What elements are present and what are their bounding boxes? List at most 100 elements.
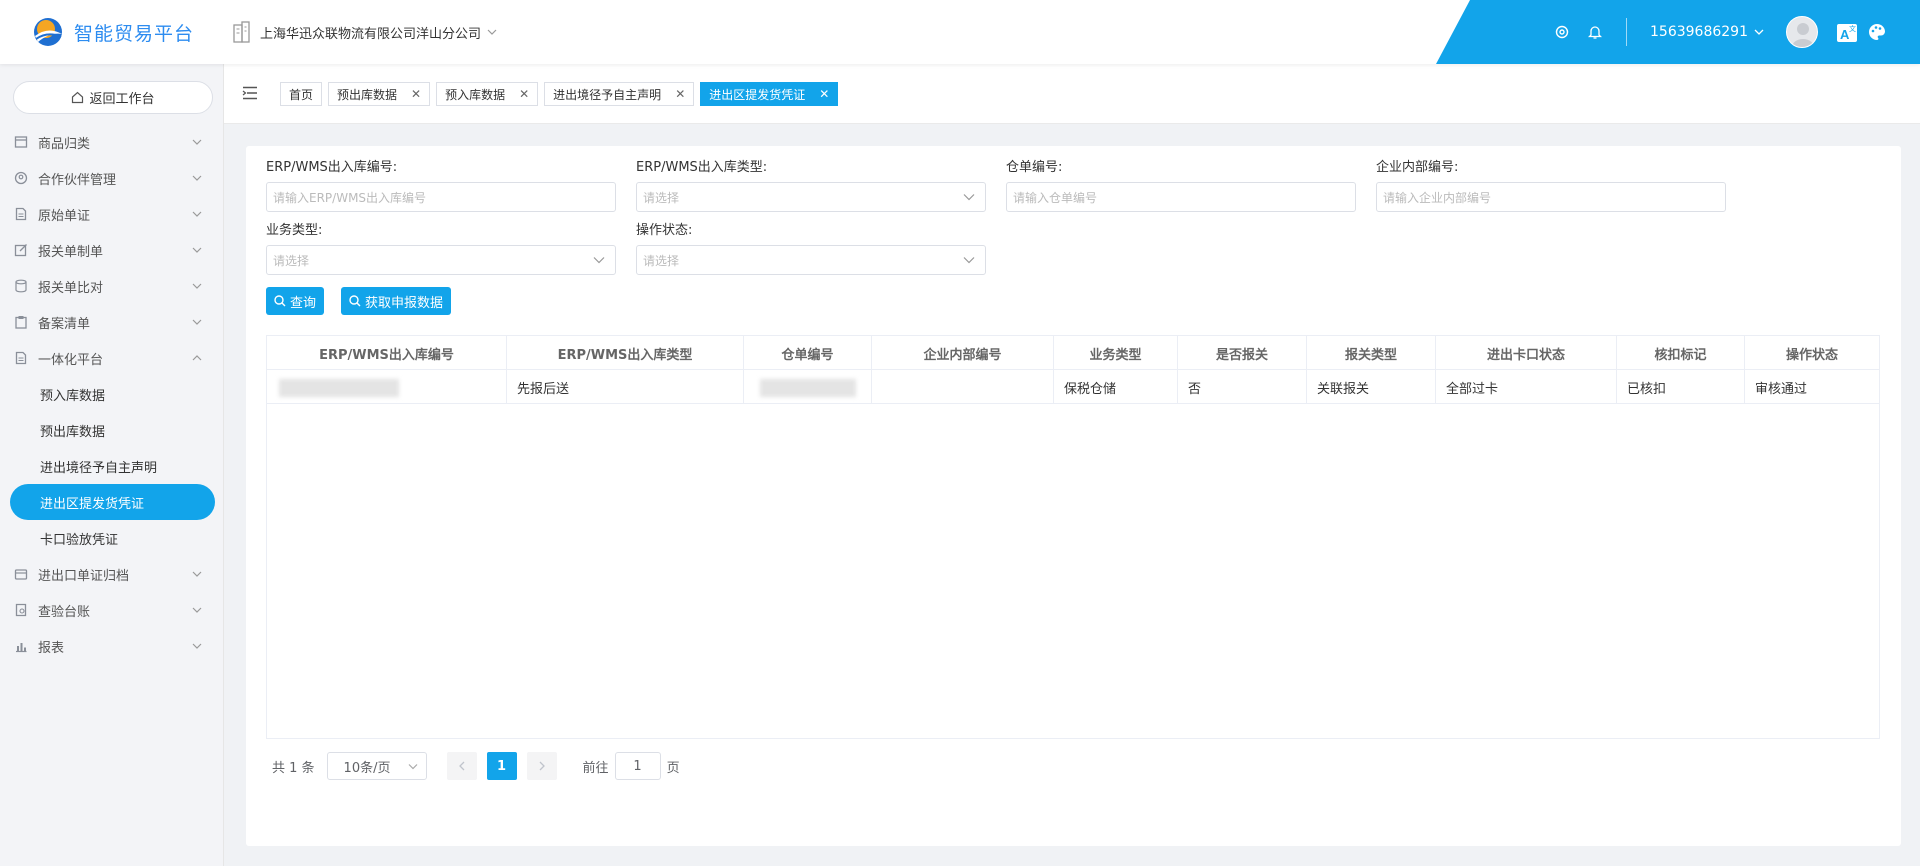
- table-cell: 关联报关: [1307, 370, 1436, 404]
- edit-icon: [14, 244, 27, 257]
- clipboard-icon: [15, 316, 27, 329]
- goto-page-input[interactable]: 1: [614, 752, 661, 780]
- sidebar-item-filing-list[interactable]: 备案清单: [0, 304, 224, 340]
- chevron-down-icon: [192, 571, 202, 577]
- page-suffix: 页: [666, 760, 680, 776]
- sidebar-item-label: 商品归类: [38, 136, 91, 152]
- sidebar-item-declaration-compare[interactable]: 报关单比对: [0, 268, 224, 304]
- sidebar-subitem-delivery-voucher[interactable]: 进出区提发货凭证: [10, 484, 215, 520]
- sidebar-item-label: 进出口单证归档: [38, 568, 130, 584]
- field-label: 企业内部编号:: [1376, 160, 1459, 175]
- table-header: ERP/WMS出入库编号 ERP/WMS出入库类型 仓单编号 企业内部编号 业务…: [267, 336, 1879, 370]
- translate-icon: A 文: [1837, 24, 1857, 42]
- next-page-button[interactable]: [526, 752, 557, 780]
- chevron-down-icon: [192, 211, 202, 217]
- sidebar-menu: 商品归类 合作伙伴管理 原始单证 报关单制单 报关单比对 备案清单 一体化平台 …: [0, 124, 224, 664]
- archive-icon: [14, 569, 28, 580]
- table-cell: 保税仓储: [1054, 370, 1178, 404]
- theme-button[interactable]: [1868, 0, 1886, 64]
- data-table: ERP/WMS出入库编号 ERP/WMS出入库类型 仓单编号 企业内部编号 业务…: [266, 335, 1880, 739]
- query-button[interactable]: 查询: [266, 287, 325, 315]
- avatar-button[interactable]: [1786, 0, 1818, 64]
- sidebar-item-integrated-platform[interactable]: 一体化平台: [0, 340, 224, 376]
- field-label: ERP/WMS出入库编号:: [266, 160, 398, 175]
- document-icon: [15, 207, 27, 221]
- chevron-down-icon: [192, 175, 202, 181]
- tab-home[interactable]: 首页: [280, 82, 323, 106]
- table-cell: [872, 370, 1054, 404]
- column-header: ERP/WMS出入库编号: [267, 336, 507, 370]
- redacted-value: [760, 379, 856, 397]
- close-icon[interactable]: ✕: [675, 87, 685, 101]
- ledger-icon: [15, 603, 27, 617]
- warehouse-no-input[interactable]: 请输入仓单编号: [1006, 182, 1356, 212]
- back-to-workbench-button[interactable]: 返回工作台: [13, 81, 213, 114]
- menu-toggle-icon[interactable]: [242, 86, 258, 100]
- sidebar: 返回工作台 商品归类 合作伙伴管理 原始单证 报关单制单 报关单比对 备案清单 …: [0, 64, 224, 866]
- chevron-down-icon: [487, 29, 497, 35]
- tab-delivery-voucher[interactable]: 进出区提发货凭证 ✕: [700, 82, 839, 106]
- sidebar-item-label: 报关单制单: [38, 244, 104, 260]
- home-icon: [72, 91, 84, 104]
- sidebar-item-original-documents[interactable]: 原始单证: [0, 196, 224, 232]
- chevron-down-icon: [192, 247, 202, 253]
- goto-label: 前往: [582, 760, 609, 776]
- sidebar-item-label: 一体化平台: [38, 352, 104, 368]
- gear-icon: [1555, 25, 1569, 39]
- company-name: 上海华迅众联物流有限公司洋山分公司: [260, 26, 482, 42]
- prev-page-button[interactable]: [446, 752, 477, 780]
- sidebar-subitem-self-declaration[interactable]: 进出境径予自主声明: [0, 448, 224, 484]
- logo[interactable]: 智能贸易平台: [32, 14, 194, 50]
- op-status-select[interactable]: 请选择: [636, 245, 986, 275]
- page-tabs: 首页 预出库数据 ✕ 预入库数据 ✕ 进出境径予自主声明 ✕ 进出区提发货凭证 …: [280, 82, 844, 106]
- chevron-up-icon: [192, 355, 202, 361]
- database-icon: [15, 279, 27, 293]
- header-divider: [1626, 18, 1627, 46]
- sidebar-item-declaration-entry[interactable]: 报关单制单: [0, 232, 224, 268]
- tab-label: 首页: [289, 87, 314, 102]
- filter-internal-no: 企业内部编号: 请输入企业内部编号: [1376, 160, 1726, 212]
- user-phone: 15639686291: [1650, 24, 1748, 40]
- sidebar-item-partner-management[interactable]: 合作伙伴管理: [0, 160, 224, 196]
- page-size-select[interactable]: 10条/页: [326, 752, 427, 780]
- fetch-declaration-button[interactable]: 获取申报数据: [341, 287, 452, 315]
- filter-erp-type: ERP/WMS出入库类型: 请选择: [636, 160, 986, 212]
- page-size-value: 10条/页: [343, 760, 391, 776]
- close-icon[interactable]: ✕: [819, 87, 829, 101]
- table-row[interactable]: 先报后送 保税仓储 否 关联报关 全部过卡 已核扣 审核通过: [267, 370, 1879, 404]
- chevron-down-icon: [408, 764, 417, 770]
- back-label: 返回工作台: [89, 92, 155, 107]
- close-icon[interactable]: ✕: [519, 87, 529, 101]
- sidebar-subitem-gate-release[interactable]: 卡口验放凭证: [0, 520, 224, 556]
- erp-type-select[interactable]: 请选择: [636, 182, 986, 212]
- sidebar-subitem-pre-outbound[interactable]: 预出库数据: [0, 412, 224, 448]
- translate-button[interactable]: A 文: [1836, 0, 1858, 64]
- sidebar-item-label: 报关单比对: [38, 280, 104, 296]
- table-cell: 否: [1178, 370, 1307, 404]
- column-header: 操作状态: [1785, 347, 1838, 363]
- box-icon: [14, 136, 28, 148]
- sidebar-item-product-classification[interactable]: 商品归类: [0, 124, 224, 160]
- tab-self-declaration[interactable]: 进出境径予自主声明 ✕: [544, 82, 695, 106]
- top-header: 智能贸易平台 上海华迅众联物流有限公司洋山分公司 15639686291 A 文: [0, 0, 1920, 64]
- close-icon[interactable]: ✕: [411, 87, 421, 101]
- biz-type-select[interactable]: 请选择: [266, 245, 616, 275]
- sidebar-item-reports[interactable]: 报表: [0, 628, 224, 664]
- sidebar-item-inspection-ledger[interactable]: 查验台账: [0, 592, 224, 628]
- user-menu[interactable]: 15639686291: [1650, 0, 1764, 64]
- erp-no-input[interactable]: 请输入ERP/WMS出入库编号: [266, 182, 616, 212]
- tab-pre-inbound[interactable]: 预入库数据 ✕: [436, 82, 539, 106]
- chevron-down-icon: [963, 257, 975, 264]
- sidebar-item-document-archive[interactable]: 进出口单证归档: [0, 556, 224, 592]
- sidebar-subitem-pre-inbound[interactable]: 预入库数据: [0, 376, 224, 412]
- field-label: ERP/WMS出入库类型:: [636, 160, 768, 175]
- settings-button[interactable]: [1554, 0, 1570, 64]
- tab-pre-outbound[interactable]: 预出库数据 ✕: [328, 82, 431, 106]
- select-placeholder: 请选择: [643, 253, 680, 268]
- internal-no-input[interactable]: 请输入企业内部编号: [1376, 182, 1726, 212]
- page-number-current[interactable]: 1: [486, 752, 517, 780]
- chevron-down-icon: [963, 194, 975, 201]
- company-selector[interactable]: 上海华迅众联物流有限公司洋山分公司: [232, 18, 497, 46]
- notification-button[interactable]: [1588, 0, 1602, 64]
- chevron-left-icon: [458, 761, 465, 771]
